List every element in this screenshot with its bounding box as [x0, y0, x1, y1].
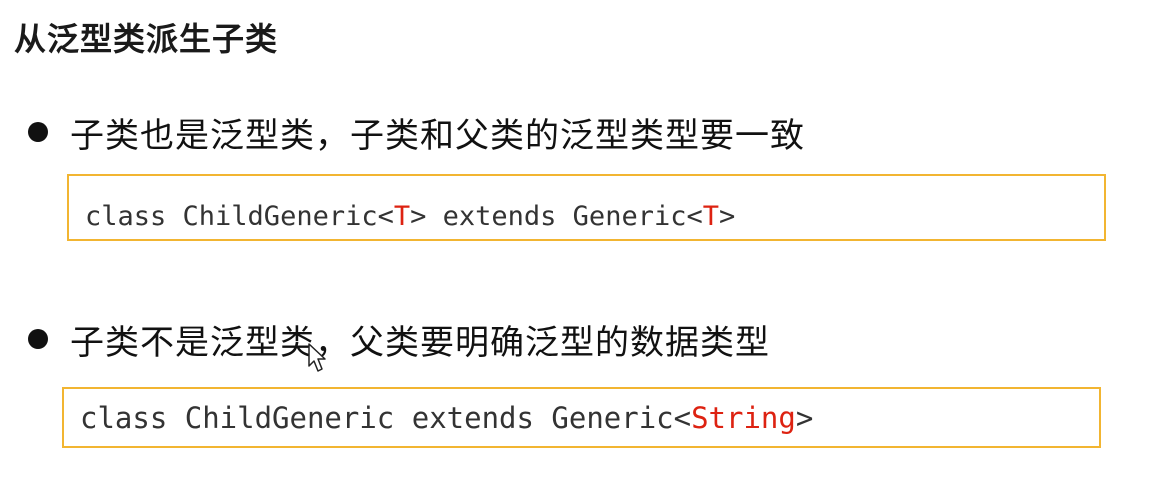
bullet-item-1: 子类也是泛型类，子类和父类的泛型类型要一致 [28, 109, 805, 156]
code-block-2: class ChildGeneric extends Generic<Strin… [62, 387, 1101, 448]
code-text: > [795, 400, 814, 435]
bullet-item-2: 子类不是泛型类，父类要明确泛型的数据类型 [28, 316, 770, 363]
code-text: class ChildGeneric< [85, 201, 394, 232]
bullet-text-2: 子类不是泛型类，父类要明确泛型的数据类型 [70, 322, 770, 363]
bullet-text-1: 子类也是泛型类，子类和父类的泛型类型要一致 [70, 115, 805, 156]
code-text: > extends Generic< [410, 201, 703, 232]
bullet-dot-icon [28, 122, 48, 142]
code-line-2: class ChildGeneric extends Generic<Strin… [80, 401, 813, 435]
code-text: > [719, 201, 736, 232]
code-line-1: class ChildGeneric<T> extends Generic<T> [85, 201, 735, 232]
page-title: 从泛型类派生子类 [14, 20, 279, 58]
type-parameter: T [702, 201, 719, 232]
type-argument: String [691, 400, 796, 435]
bullet-dot-icon [28, 329, 48, 349]
code-block-1: class ChildGeneric<T> extends Generic<T> [67, 174, 1106, 241]
type-parameter: T [393, 201, 411, 232]
code-text: class ChildGeneric extends Generic< [80, 400, 692, 435]
mouse-pointer-icon [308, 343, 326, 372]
